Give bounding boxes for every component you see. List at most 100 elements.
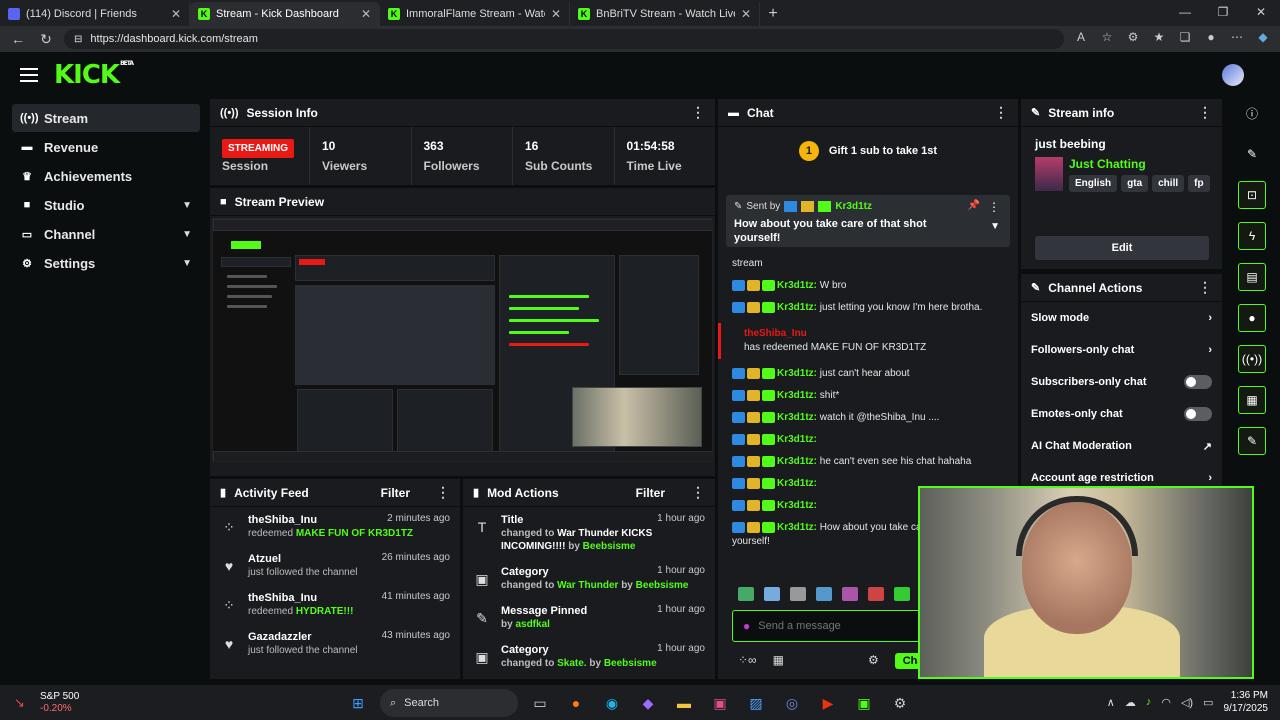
chat-username[interactable]: Kr3d1tz: (777, 368, 817, 379)
mod-action-user[interactable]: Beebsisme (636, 580, 689, 591)
menu-dots-icon[interactable]: ⋯ (1228, 30, 1246, 48)
new-tab-button[interactable]: + (760, 2, 786, 26)
close-icon[interactable]: ✕ (171, 7, 181, 21)
cloud-icon[interactable]: ☁ (1125, 696, 1136, 709)
category-name[interactable]: Just Chatting (1069, 157, 1229, 171)
chat-username[interactable]: Kr3d1tz: (777, 456, 817, 467)
chat-input[interactable] (758, 620, 899, 632)
chevron-down-icon[interactable]: ▼ (990, 221, 1000, 232)
star-icon[interactable]: ☆ (1098, 30, 1116, 48)
layout-icon[interactable]: ▦ (1238, 386, 1266, 414)
profile-avatar[interactable] (1222, 64, 1244, 86)
hamburger-menu-icon[interactable] (20, 68, 38, 82)
sidebar-item-channel[interactable]: ▭ Channel ▼ (12, 220, 200, 248)
windows-start-icon[interactable]: ⊞ (344, 689, 372, 717)
taskbar-search[interactable]: ⌕ Search (380, 689, 518, 717)
slow-mode-row[interactable]: Slow mode › (1021, 302, 1222, 334)
task-view-icon[interactable]: ▭ (526, 689, 554, 717)
edit-stream-info-button[interactable]: Edit (1035, 236, 1209, 260)
browser-tab-discord[interactable]: (114) Discord | Friends ✕ (0, 2, 190, 26)
emote-icon[interactable] (816, 587, 832, 601)
more-options-icon[interactable]: ⋮ (691, 104, 705, 121)
minimize-icon[interactable]: — (1166, 0, 1204, 24)
info-icon[interactable]: ⓘ (1238, 99, 1266, 127)
sidebar-item-studio[interactable]: ■ Studio ▼ (12, 191, 200, 219)
focus-icon[interactable]: ⊡ (1238, 181, 1266, 209)
gift-sub-banner[interactable]: 1 Gift 1 sub to take 1st (718, 129, 1018, 173)
chat-bubble-icon[interactable]: ● (1238, 304, 1266, 332)
volume-icon[interactable]: ◁) (1181, 696, 1193, 709)
emotes-only-toggle[interactable] (1184, 407, 1212, 421)
kick-app-icon[interactable]: ▣ (850, 689, 878, 717)
broadcast-icon[interactable]: ((•)) (1238, 345, 1266, 373)
kick-logo[interactable]: KICKBETA (54, 60, 134, 90)
file-explorer-icon[interactable]: ▬ (670, 689, 698, 717)
back-icon[interactable]: ← (8, 31, 28, 47)
extensions-icon[interactable]: ⚙ (1124, 30, 1142, 48)
mod-action-user[interactable]: Beebsisme (604, 658, 657, 669)
more-options-icon[interactable]: ⋮ (436, 484, 450, 501)
emote-icon[interactable] (764, 587, 780, 601)
subscribers-only-toggle[interactable] (1184, 375, 1212, 389)
store-icon[interactable]: ▦ (773, 653, 784, 669)
photos-icon[interactable]: ▨ (742, 689, 770, 717)
wrench-icon[interactable]: ✎ (1238, 427, 1266, 455)
media-player-icon[interactable]: ▶ (814, 689, 842, 717)
chat-username[interactable]: Kr3d1tz: (777, 522, 817, 533)
browser-tab-kick-dashboard[interactable]: K Stream - Kick Dashboard ✕ (190, 2, 380, 26)
close-icon[interactable]: ✕ (741, 7, 751, 21)
pencil-icon[interactable]: ✎ (1238, 140, 1266, 168)
mod-action-user[interactable]: Beebsisme (583, 541, 636, 552)
bolt-icon[interactable]: ϟ (1238, 222, 1266, 250)
notes-icon[interactable]: ▤ (1238, 263, 1266, 291)
emote-icon[interactable] (842, 587, 858, 601)
battery-icon[interactable]: ▭ (1203, 696, 1213, 709)
refresh-icon[interactable]: ↻ (36, 31, 56, 48)
filter-button[interactable]: Filter (636, 486, 665, 500)
emote-icon[interactable] (894, 587, 910, 601)
chevron-up-icon[interactable]: ∧ (1107, 696, 1115, 709)
chat-username[interactable]: Kr3d1tz: (777, 500, 817, 511)
microphone-icon[interactable]: ♪ (1146, 696, 1152, 708)
favorites-icon[interactable]: ★ (1150, 30, 1168, 48)
chat-username[interactable]: Kr3d1tz: (777, 302, 817, 313)
chat-settings-icon[interactable]: ⚙ (868, 653, 879, 669)
sidebar-item-stream[interactable]: ((•)) Stream (12, 104, 200, 132)
discord-icon[interactable]: ◎ (778, 689, 806, 717)
pinned-user[interactable]: Kr3d1tz (835, 201, 872, 212)
ai-moderation-row[interactable]: AI Chat Moderation ↗ (1021, 430, 1222, 462)
stock-ticker-widget[interactable]: ↘S&P 500-0.20%2 (0, 691, 200, 715)
more-options-icon[interactable]: ⋮ (1198, 104, 1212, 121)
close-icon[interactable]: ✕ (361, 7, 371, 21)
close-icon[interactable]: ✕ (551, 7, 561, 21)
copilot-icon[interactable]: ◆ (634, 689, 662, 717)
more-options-icon[interactable]: ⋮ (691, 484, 705, 501)
account-icon[interactable]: ● (1202, 30, 1220, 48)
edge-icon[interactable]: ◉ (598, 689, 626, 717)
stream-preview-video[interactable] (212, 218, 713, 462)
more-options-icon[interactable]: ⋮ (994, 104, 1008, 121)
store-icon[interactable]: ▣ (706, 689, 734, 717)
chat-username[interactable]: Kr3d1tz: (777, 478, 817, 489)
chat-username[interactable]: Kr3d1tz: (777, 412, 817, 423)
collections-icon[interactable]: ❏ (1176, 30, 1194, 48)
unpin-icon[interactable]: 📌 (968, 200, 980, 211)
clock[interactable]: 1:36 PM 9/17/2025 (1224, 689, 1269, 715)
site-info-icon[interactable]: ⊟ (74, 34, 82, 45)
wifi-icon[interactable]: ◠ (1161, 696, 1171, 709)
url-field[interactable]: ⊟ https://dashboard.kick.com/stream (64, 29, 1064, 49)
emote-icon[interactable] (868, 587, 884, 601)
sidebar-item-settings[interactable]: ⚙ Settings ▼ (12, 249, 200, 277)
emote-icon[interactable] (738, 587, 754, 601)
close-window-icon[interactable]: ✕ (1242, 0, 1280, 24)
chat-username[interactable]: Kr3d1tz: (777, 390, 817, 401)
more-options-icon[interactable]: ⋮ (988, 200, 1000, 214)
sidebar-item-revenue[interactable]: ▬ Revenue (12, 133, 200, 161)
chat-username[interactable]: Kr3d1tz: (777, 280, 817, 291)
browser-tab-bnbritv[interactable]: K BnBriTV Stream - Watch Live ✕ (570, 2, 760, 26)
sidebar-item-achievements[interactable]: ♛ Achievements (12, 162, 200, 190)
read-aloud-icon[interactable]: A (1072, 30, 1090, 48)
mod-action-value[interactable]: asdfkal (515, 619, 549, 630)
copilot-icon[interactable]: ◆ (1254, 30, 1272, 48)
firefox-icon[interactable]: ● (562, 689, 590, 717)
